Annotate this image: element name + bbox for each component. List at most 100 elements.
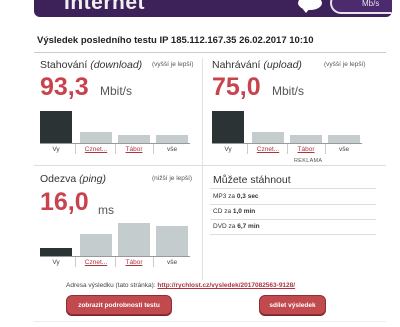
upload-bar-fill-0 [212,111,244,143]
upload-baseline [212,143,362,144]
ping-panel: Odezva (ping) (nižší je lepší) 16,0 ms V… [40,173,196,273]
divider [210,219,376,220]
ping-bar-separator [75,257,76,267]
upload-hint: (vyšší je lepší) [324,61,366,68]
download-bar-fill-2 [118,135,150,143]
download-unit: Mbit/s [100,84,133,98]
download-time-mp3: MP3 za 0,3 sec [213,193,259,200]
mp3-value: 0,3 sec [236,193,259,200]
upload-unit: Mbit/s [272,84,305,98]
column-divider [202,58,203,280]
upload-value: 75,0 [212,73,261,101]
divider [210,234,376,235]
download-value: 93,3 [40,73,89,101]
ping-title: Odezva (ping) [40,173,106,185]
download-time-cd: CD za 1,0 min [213,208,255,215]
ping-bar-label-1[interactable]: Cznet... [80,259,112,266]
download-time-dvd: DVD za 6,7 min [213,223,260,230]
download-title-main: Stahování [40,59,88,71]
banner-unit-pill: Mb/s [330,0,392,14]
upload-bar-label-1[interactable]: Cznet... [252,146,284,153]
download-bar-separator [75,144,76,154]
ping-value: 16,0 [40,188,89,216]
upload-panel: Nahrávání (upload) (vyšší je lepší) 75,0… [212,59,372,159]
ping-bar-fill-2 [118,223,150,256]
mp3-prefix: MP3 za [213,193,236,200]
ping-bar-separator [115,257,116,267]
upload-bar-1 [252,105,284,143]
dvd-value: 6,7 min [237,223,260,230]
download-title-em: (download) [90,59,143,71]
download-time-title: Můžete stáhnout [213,174,291,186]
download-title: Stahování (download) [40,59,142,71]
upload-bar-0 [212,105,244,143]
upload-bar-fill-3 [328,135,360,143]
divider [34,321,386,322]
banner-title: Internet [64,0,146,14]
download-bar-fill-1 [80,132,112,143]
upload-title: Nahrávání (upload) [212,59,302,71]
ping-bar-label-2[interactable]: Tábor [118,259,150,266]
ping-bar-label-0: Vy [52,259,60,266]
result-header: Výsledek posledního testu IP 185.112.167… [37,35,314,46]
upload-bar-separator [247,144,248,154]
show-details-button[interactable]: zobrazit podrobnosti testu [66,295,172,315]
ping-bar-fill-3 [156,226,188,256]
upload-bar-separator [325,144,326,154]
ping-bar-2 [118,218,150,256]
result-url-link[interactable]: http://rychlost.cz/vysledek/2017082563-9… [157,282,295,289]
cd-prefix: CD za [213,208,232,215]
download-bar-separator [153,144,154,154]
top-banner: Internet Mb/s [0,0,400,21]
upload-bar-label-2[interactable]: Tábor [290,146,322,153]
ping-bar-1 [80,218,112,256]
address-label: Adresa výsledku (tato stránka): [66,282,156,289]
download-bar-label-0: Vy [52,146,60,153]
ad-label: REKLAMA [294,158,323,164]
upload-title-main: Nahrávání [212,59,261,71]
upload-bars: Vy Cznet... Tábor vše [212,102,362,157]
upload-bar-fill-2 [290,135,322,143]
ping-title-main: Odezva [40,173,77,185]
banner-bar: Internet Mb/s [34,0,392,17]
download-bar-0 [40,105,72,143]
download-bar-separator [115,144,116,154]
cd-value: 1,0 min [232,208,256,215]
download-panel: Stahování (download) (vyšší je lepší) 93… [40,59,196,159]
dvd-prefix: DVD za [213,223,236,230]
divider [34,52,386,53]
download-bar-3 [156,105,188,143]
upload-bar-2 [290,105,322,143]
download-hint: (vyšší je lepší) [152,61,194,68]
ping-bar-fill-1 [80,234,112,256]
upload-bar-separator [287,144,288,154]
speech-bubble-icon [298,0,322,13]
download-baseline [40,143,190,144]
download-bar-1 [80,105,112,143]
ping-bar-separator [153,257,154,267]
ping-hint: (nižší je lepší) [152,175,193,182]
download-bar-label-3: vše [166,146,178,153]
share-result-button[interactable]: sdílet výsledek [259,295,326,315]
upload-bar-fill-1 [252,132,284,143]
ping-bar-3 [156,218,188,256]
ping-bar-fill-0 [40,248,72,256]
download-bar-fill-3 [156,135,188,143]
ping-bars: Vy Cznet... Tábor vše [40,215,190,270]
upload-bar-label-3: vše [338,146,350,153]
divider [210,188,376,189]
download-bar-label-2[interactable]: Tábor [118,146,150,153]
row-divider [34,165,386,166]
ping-baseline [40,256,190,257]
upload-bar-3 [328,105,360,143]
result-address: Adresa výsledku (tato stránka): http://r… [66,282,295,289]
download-bar-label-1[interactable]: Cznet... [80,146,112,153]
banner-unit: Mb/s [362,0,380,8]
download-bar-fill-0 [40,111,72,143]
ping-title-em: (ping) [79,173,106,185]
download-bars: Vy Cznet... Tábor vše [40,102,190,157]
download-bar-2 [118,105,150,143]
upload-bar-label-0: Vy [224,146,232,153]
ping-bar-0 [40,218,72,256]
divider [210,204,376,205]
